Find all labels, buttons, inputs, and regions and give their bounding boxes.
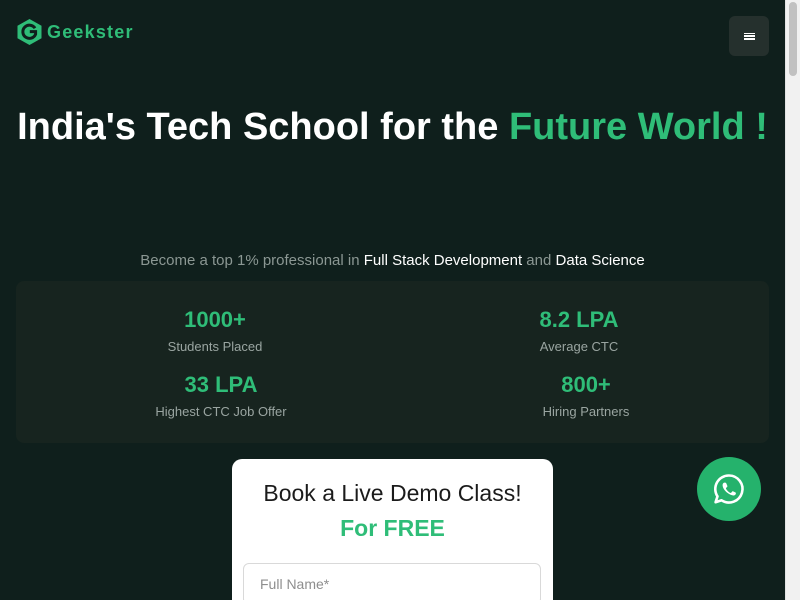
stat-label: Hiring Partners <box>542 404 630 419</box>
stat-hiring-partners: 800+ Hiring Partners <box>486 372 686 420</box>
subtitle-mid: and <box>522 252 556 269</box>
hamburger-menu-icon <box>743 32 755 40</box>
subtitle-prefix: Become a top 1% professional in <box>140 252 364 269</box>
subtitle-data-science: Data Science <box>555 252 645 269</box>
whatsapp-icon <box>714 474 744 504</box>
stat-value: 8.2 LPA <box>539 307 619 332</box>
stats-panel: 1000+ Students Placed 8.2 LPA Average CT… <box>16 281 769 443</box>
full-name-input[interactable] <box>243 563 541 600</box>
geekster-logo-icon <box>17 19 42 45</box>
stat-value: 800+ <box>561 372 611 397</box>
page: Geekster India's Tech School for the Fut… <box>0 0 785 600</box>
demo-class-form: Book a Live Demo Class! For FREE <box>232 459 553 600</box>
stat-highest-ctc: 33 LPA Highest CTC Job Offer <box>121 372 321 420</box>
menu-button[interactable] <box>729 16 769 56</box>
brand-logo[interactable]: Geekster <box>16 18 134 46</box>
stat-students-placed: 1000+ Students Placed <box>115 307 315 355</box>
stat-label: Students Placed <box>167 339 263 354</box>
scrollbar-thumb[interactable] <box>789 2 797 76</box>
stat-value: 33 LPA <box>184 372 258 397</box>
form-subtitle: For FREE <box>340 515 445 541</box>
hero-title: India's Tech School for the Future World… <box>0 104 785 150</box>
stat-value: 1000+ <box>184 307 246 332</box>
stat-label: Average CTC <box>539 339 619 354</box>
hero-title-accent: Future World ! <box>508 106 768 148</box>
whatsapp-button[interactable] <box>697 457 761 521</box>
hero-subtitle: Become a top 1% professional in Full Sta… <box>0 252 785 269</box>
stat-label: Highest CTC Job Offer <box>155 404 287 419</box>
subtitle-full-stack: Full Stack Development <box>363 252 523 269</box>
vertical-scrollbar[interactable] <box>785 0 800 600</box>
hero-title-main: India's Tech School for the <box>17 106 509 148</box>
brand-name: Geekster <box>47 21 134 42</box>
form-title: Book a Live Demo Class! <box>263 480 522 506</box>
stat-average-ctc: 8.2 LPA Average CTC <box>479 307 679 355</box>
